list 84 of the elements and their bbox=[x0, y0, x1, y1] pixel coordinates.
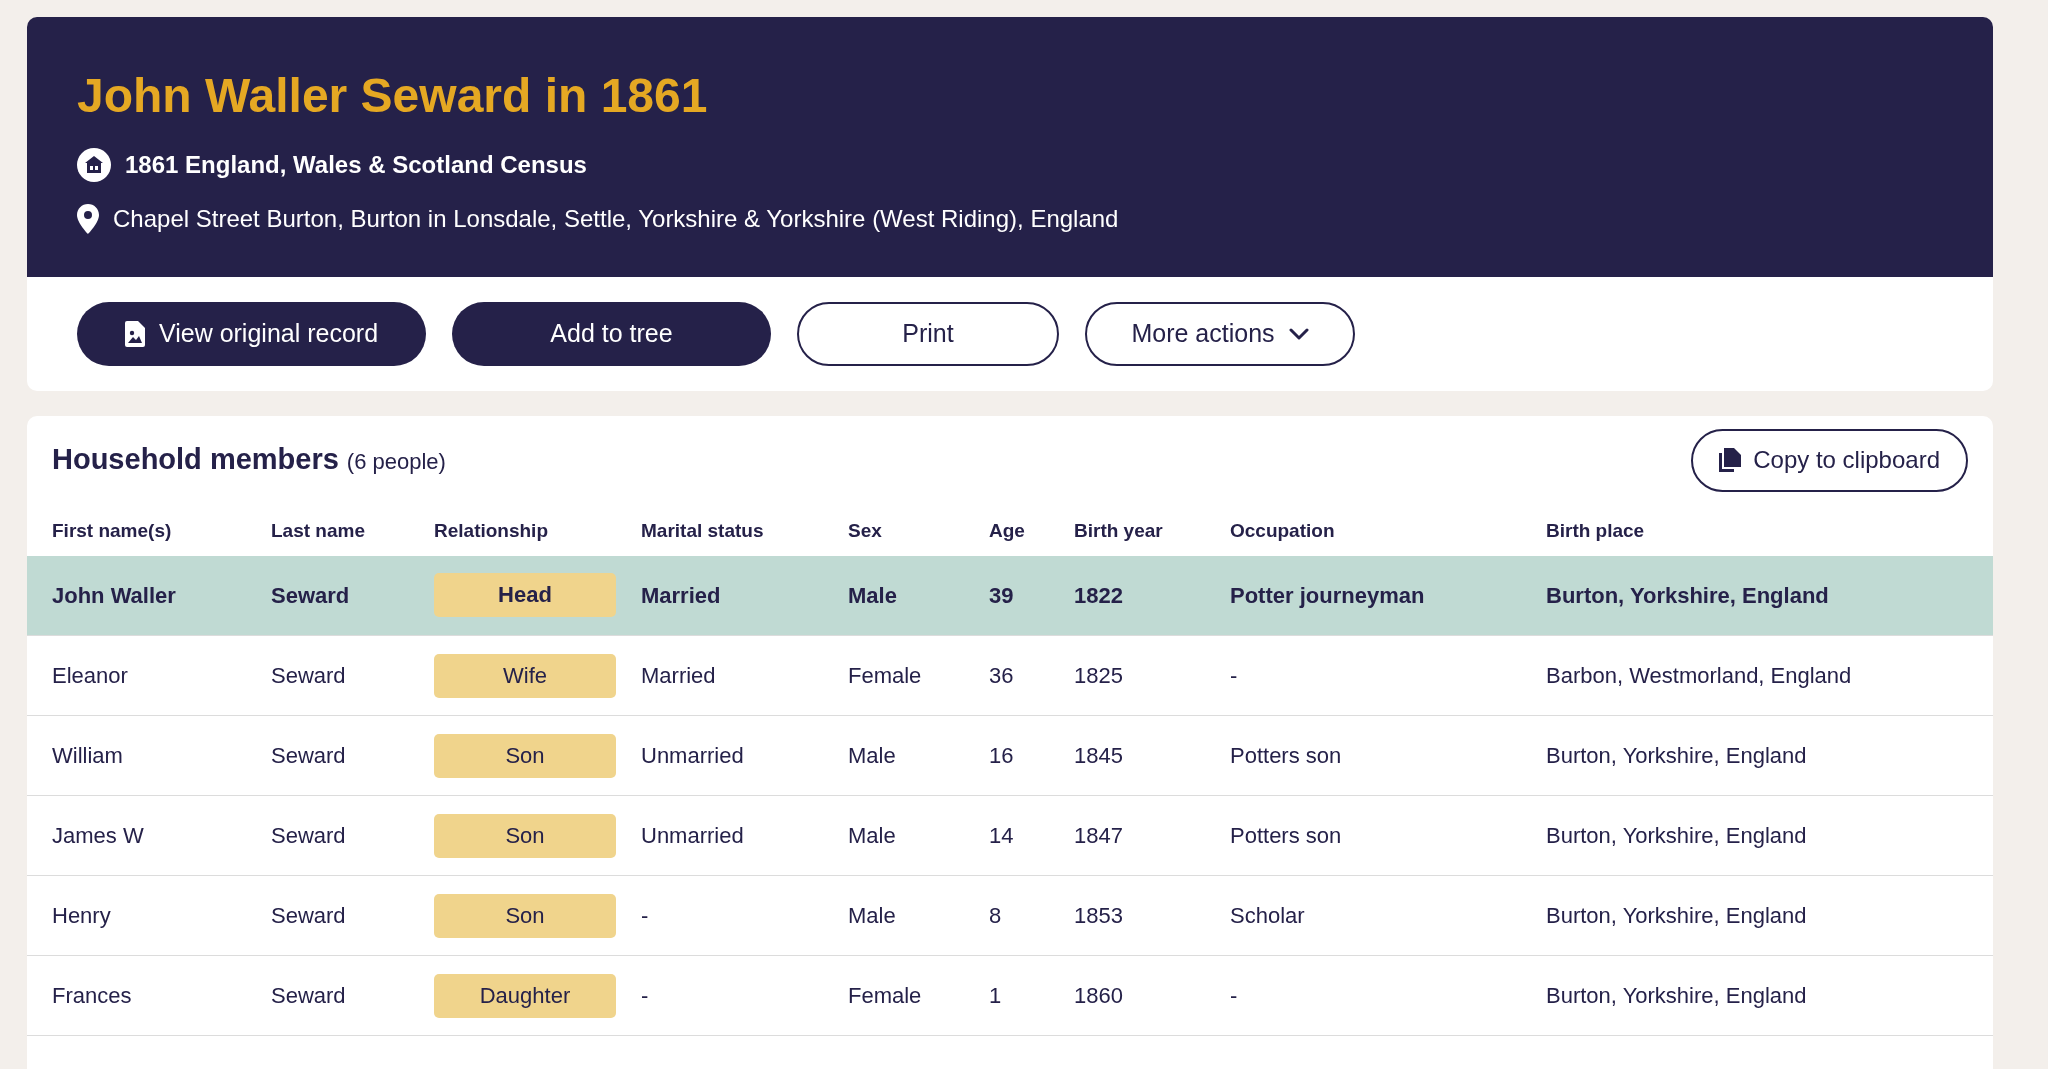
table-cell: Burton, Yorkshire, England bbox=[1546, 823, 1807, 849]
section-title: Household members bbox=[52, 442, 339, 478]
table-cell: Seward bbox=[271, 582, 350, 608]
table-cell: Male bbox=[848, 582, 897, 608]
table-cell: - bbox=[641, 903, 649, 929]
table-cell: Potters son bbox=[1230, 823, 1342, 849]
table-cell: 39 bbox=[989, 582, 1014, 608]
document-image-icon bbox=[124, 320, 145, 347]
table-cell: Male bbox=[848, 743, 896, 769]
table-cell: Seward bbox=[271, 743, 346, 769]
table-cell: - bbox=[1230, 983, 1238, 1009]
table-cell: Burton, Yorkshire, England bbox=[1546, 983, 1807, 1009]
column-header: First name(s) bbox=[52, 520, 172, 542]
table-cell: Seward bbox=[271, 983, 346, 1009]
table-cell: Eleanor bbox=[52, 663, 128, 689]
table-cell: Female bbox=[848, 663, 922, 689]
table-cell: Unmarried bbox=[641, 823, 744, 849]
relationship-badge: Son bbox=[434, 893, 616, 938]
table-cell: 16 bbox=[989, 743, 1014, 769]
column-header: Age bbox=[989, 520, 1025, 542]
table-cell: Burton, Yorkshire, England bbox=[1546, 903, 1807, 929]
table-cell: Henry bbox=[52, 903, 111, 929]
relationship-badge: Head bbox=[434, 573, 616, 618]
column-header: Occupation bbox=[1230, 520, 1335, 542]
more-actions-button[interactable]: More actions bbox=[1085, 301, 1355, 366]
table-cell: John Waller bbox=[52, 582, 176, 608]
copy-to-clipboard-button[interactable]: Copy to clipboard bbox=[1691, 428, 1968, 492]
location-pin-icon bbox=[77, 203, 99, 234]
page-title: John Waller Seward in 1861 bbox=[77, 68, 709, 124]
chevron-down-icon bbox=[1288, 327, 1309, 340]
table-cell: 1853 bbox=[1074, 903, 1123, 929]
table-cell: Seward bbox=[271, 903, 346, 929]
table-cell: Male bbox=[848, 823, 896, 849]
relationship-badge: Daughter bbox=[434, 973, 616, 1018]
copy-icon bbox=[1719, 448, 1742, 473]
table-cell: 1860 bbox=[1074, 983, 1123, 1009]
relationship-badge: Son bbox=[434, 733, 616, 778]
table-cell: - bbox=[641, 983, 649, 1009]
column-header: Relationship bbox=[434, 520, 548, 542]
collection-name: 1861 England, Wales & Scotland Census bbox=[125, 149, 587, 180]
table-cell: Married bbox=[641, 582, 721, 608]
table-cell: Seward bbox=[271, 663, 346, 689]
relationship-badge: Son bbox=[434, 813, 616, 858]
relationship-badge: Wife bbox=[434, 653, 616, 698]
column-header: Last name bbox=[271, 520, 365, 542]
table-cell: 1 bbox=[989, 983, 1002, 1009]
column-header: Birth year bbox=[1074, 520, 1163, 542]
table-row[interactable]: John Waller Seward Head Married Male 39 1822 Potter journeyman Burton, Yorkshire, England bbox=[27, 555, 1993, 636]
table-cell: James W bbox=[52, 823, 144, 849]
column-header: Birth place bbox=[1546, 520, 1645, 542]
table-cell: Frances bbox=[52, 983, 132, 1009]
table-cell: Potters son bbox=[1230, 743, 1342, 769]
table-cell: Barbon, Westmorland, England bbox=[1546, 663, 1852, 689]
table-cell: William bbox=[52, 743, 123, 769]
table-cell: Female bbox=[848, 983, 922, 1009]
table-cell: Seward bbox=[271, 823, 346, 849]
house-icon bbox=[77, 147, 111, 182]
table-cell: 8 bbox=[989, 903, 1002, 929]
table-cell: Potter journeyman bbox=[1230, 582, 1425, 608]
table-cell: 1822 bbox=[1074, 582, 1123, 608]
table-row[interactable]: Frances Seward Daughter - Female 1 1860 - Burton, Yorkshire, England bbox=[27, 955, 1993, 1036]
table-cell: Burton, Yorkshire, England bbox=[1546, 582, 1829, 608]
table-cell: 1845 bbox=[1074, 743, 1123, 769]
table-cell: 36 bbox=[989, 663, 1014, 689]
print-button[interactable]: Print bbox=[797, 301, 1059, 366]
table-cell: - bbox=[1230, 663, 1238, 689]
table-cell: 14 bbox=[989, 823, 1014, 849]
table-cell: Married bbox=[641, 663, 716, 689]
table-row[interactable]: Eleanor Seward Wife Married Female 36 1825 - Barbon, Westmorland, England bbox=[27, 635, 1993, 716]
add-to-tree-button[interactable]: Add to tree bbox=[452, 301, 771, 366]
table-row[interactable]: James W Seward Son Unmarried Male 14 1847 Potters son Burton, Yorkshire, England bbox=[27, 795, 1993, 876]
column-header: Marital status bbox=[641, 520, 764, 542]
table-cell: 1825 bbox=[1074, 663, 1123, 689]
table-cell: Unmarried bbox=[641, 743, 744, 769]
table-cell: 1847 bbox=[1074, 823, 1123, 849]
table-cell: Scholar bbox=[1230, 903, 1305, 929]
address-text: Chapel Street Burton, Burton in Lonsdale, Settle, Yorkshire & Yorkshire (West Riding), England bbox=[113, 203, 1119, 234]
table-row[interactable]: Henry Seward Son - Male 8 1853 Scholar Burton, Yorkshire, England bbox=[27, 875, 1993, 956]
table-cell: Male bbox=[848, 903, 896, 929]
table-cell: Burton, Yorkshire, England bbox=[1546, 743, 1807, 769]
column-header: Sex bbox=[848, 520, 882, 542]
view-record-button[interactable]: View original record bbox=[77, 301, 426, 366]
table-row[interactable]: William Seward Son Unmarried Male 16 1845 Potters son Burton, Yorkshire, England bbox=[27, 715, 1993, 796]
people-count: (6 people) bbox=[346, 448, 446, 477]
